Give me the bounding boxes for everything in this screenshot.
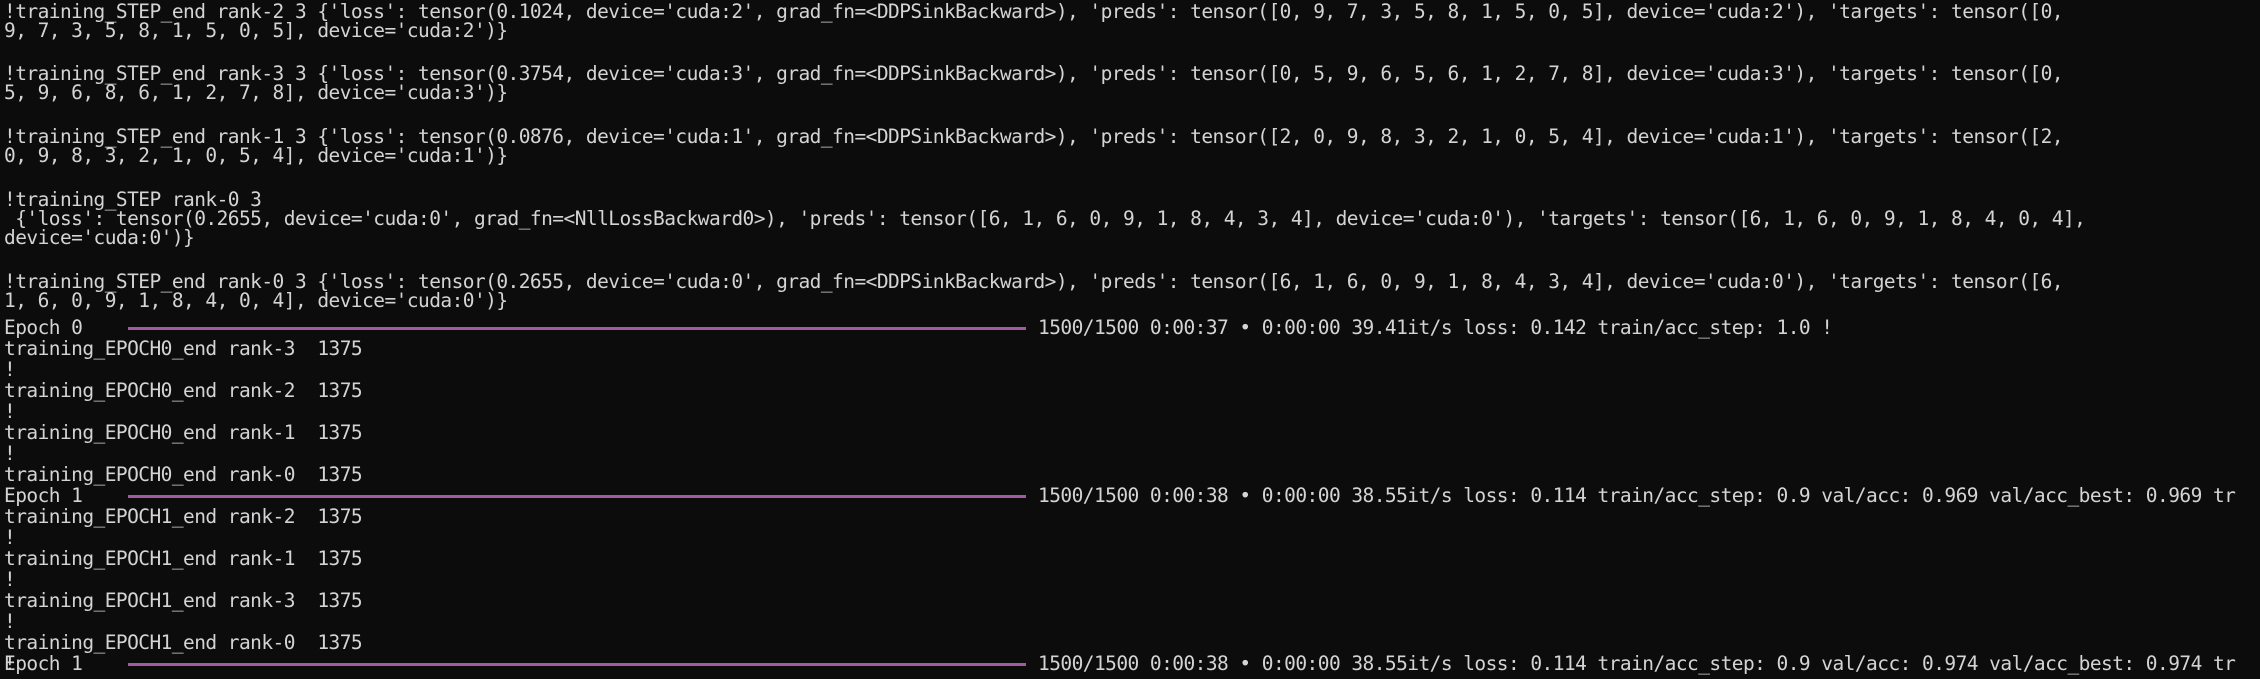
progress-stats: 1500/1500 0:00:37 • 0:00:00 39.41it/s lo…	[1038, 316, 1833, 339]
log-line: device='cuda:0')}	[4, 226, 195, 249]
progress-epoch-label: Epoch 1	[4, 484, 83, 507]
log-line: training_EPOCH1_end rank-3 1375	[4, 589, 363, 612]
log-line: training_EPOCH1_end rank-2 1375	[4, 505, 363, 528]
log-line: !	[4, 568, 16, 591]
progress-bar	[128, 663, 1026, 666]
progress-epoch-label: Epoch 0	[4, 316, 83, 339]
progress-stats: 1500/1500 0:00:38 • 0:00:00 38.55it/s lo…	[1038, 484, 2236, 507]
log-line: 0, 9, 8, 3, 2, 1, 0, 5, 4], device='cuda…	[4, 144, 508, 167]
progress-epoch-label: Epoch 1	[4, 652, 83, 675]
log-line: !	[4, 526, 16, 549]
progress-bar	[128, 495, 1026, 498]
log-line: {'loss': tensor(0.2655, device='cuda:0',…	[4, 207, 2086, 230]
log-line: training_EPOCH1_end rank-0 1375	[4, 631, 363, 654]
log-line: !	[4, 442, 16, 465]
log-line: 9, 7, 3, 5, 8, 1, 5, 0, 5], device='cuda…	[4, 19, 508, 42]
progress-stats: 1500/1500 0:00:38 • 0:00:00 38.55it/s lo…	[1038, 652, 2236, 675]
log-line: training_EPOCH0_end rank-2 1375	[4, 379, 363, 402]
log-line: 1, 6, 0, 9, 1, 8, 4, 0, 4], device='cuda…	[4, 289, 508, 312]
log-line: !	[4, 610, 16, 633]
log-line: training_EPOCH0_end rank-1 1375	[4, 421, 363, 444]
log-line: training_EPOCH1_end rank-1 1375	[4, 547, 363, 570]
log-line: !	[4, 358, 16, 381]
log-line: training_EPOCH0_end rank-3 1375	[4, 337, 363, 360]
log-line: 5, 9, 6, 8, 6, 1, 2, 7, 8], device='cuda…	[4, 81, 508, 104]
log-line: !	[4, 400, 16, 423]
log-line: training_EPOCH0_end rank-0 1375	[4, 463, 363, 486]
progress-bar	[128, 327, 1026, 330]
terminal-window[interactable]: !training_STEP_end rank-2 3 {'loss': ten…	[0, 0, 2260, 679]
